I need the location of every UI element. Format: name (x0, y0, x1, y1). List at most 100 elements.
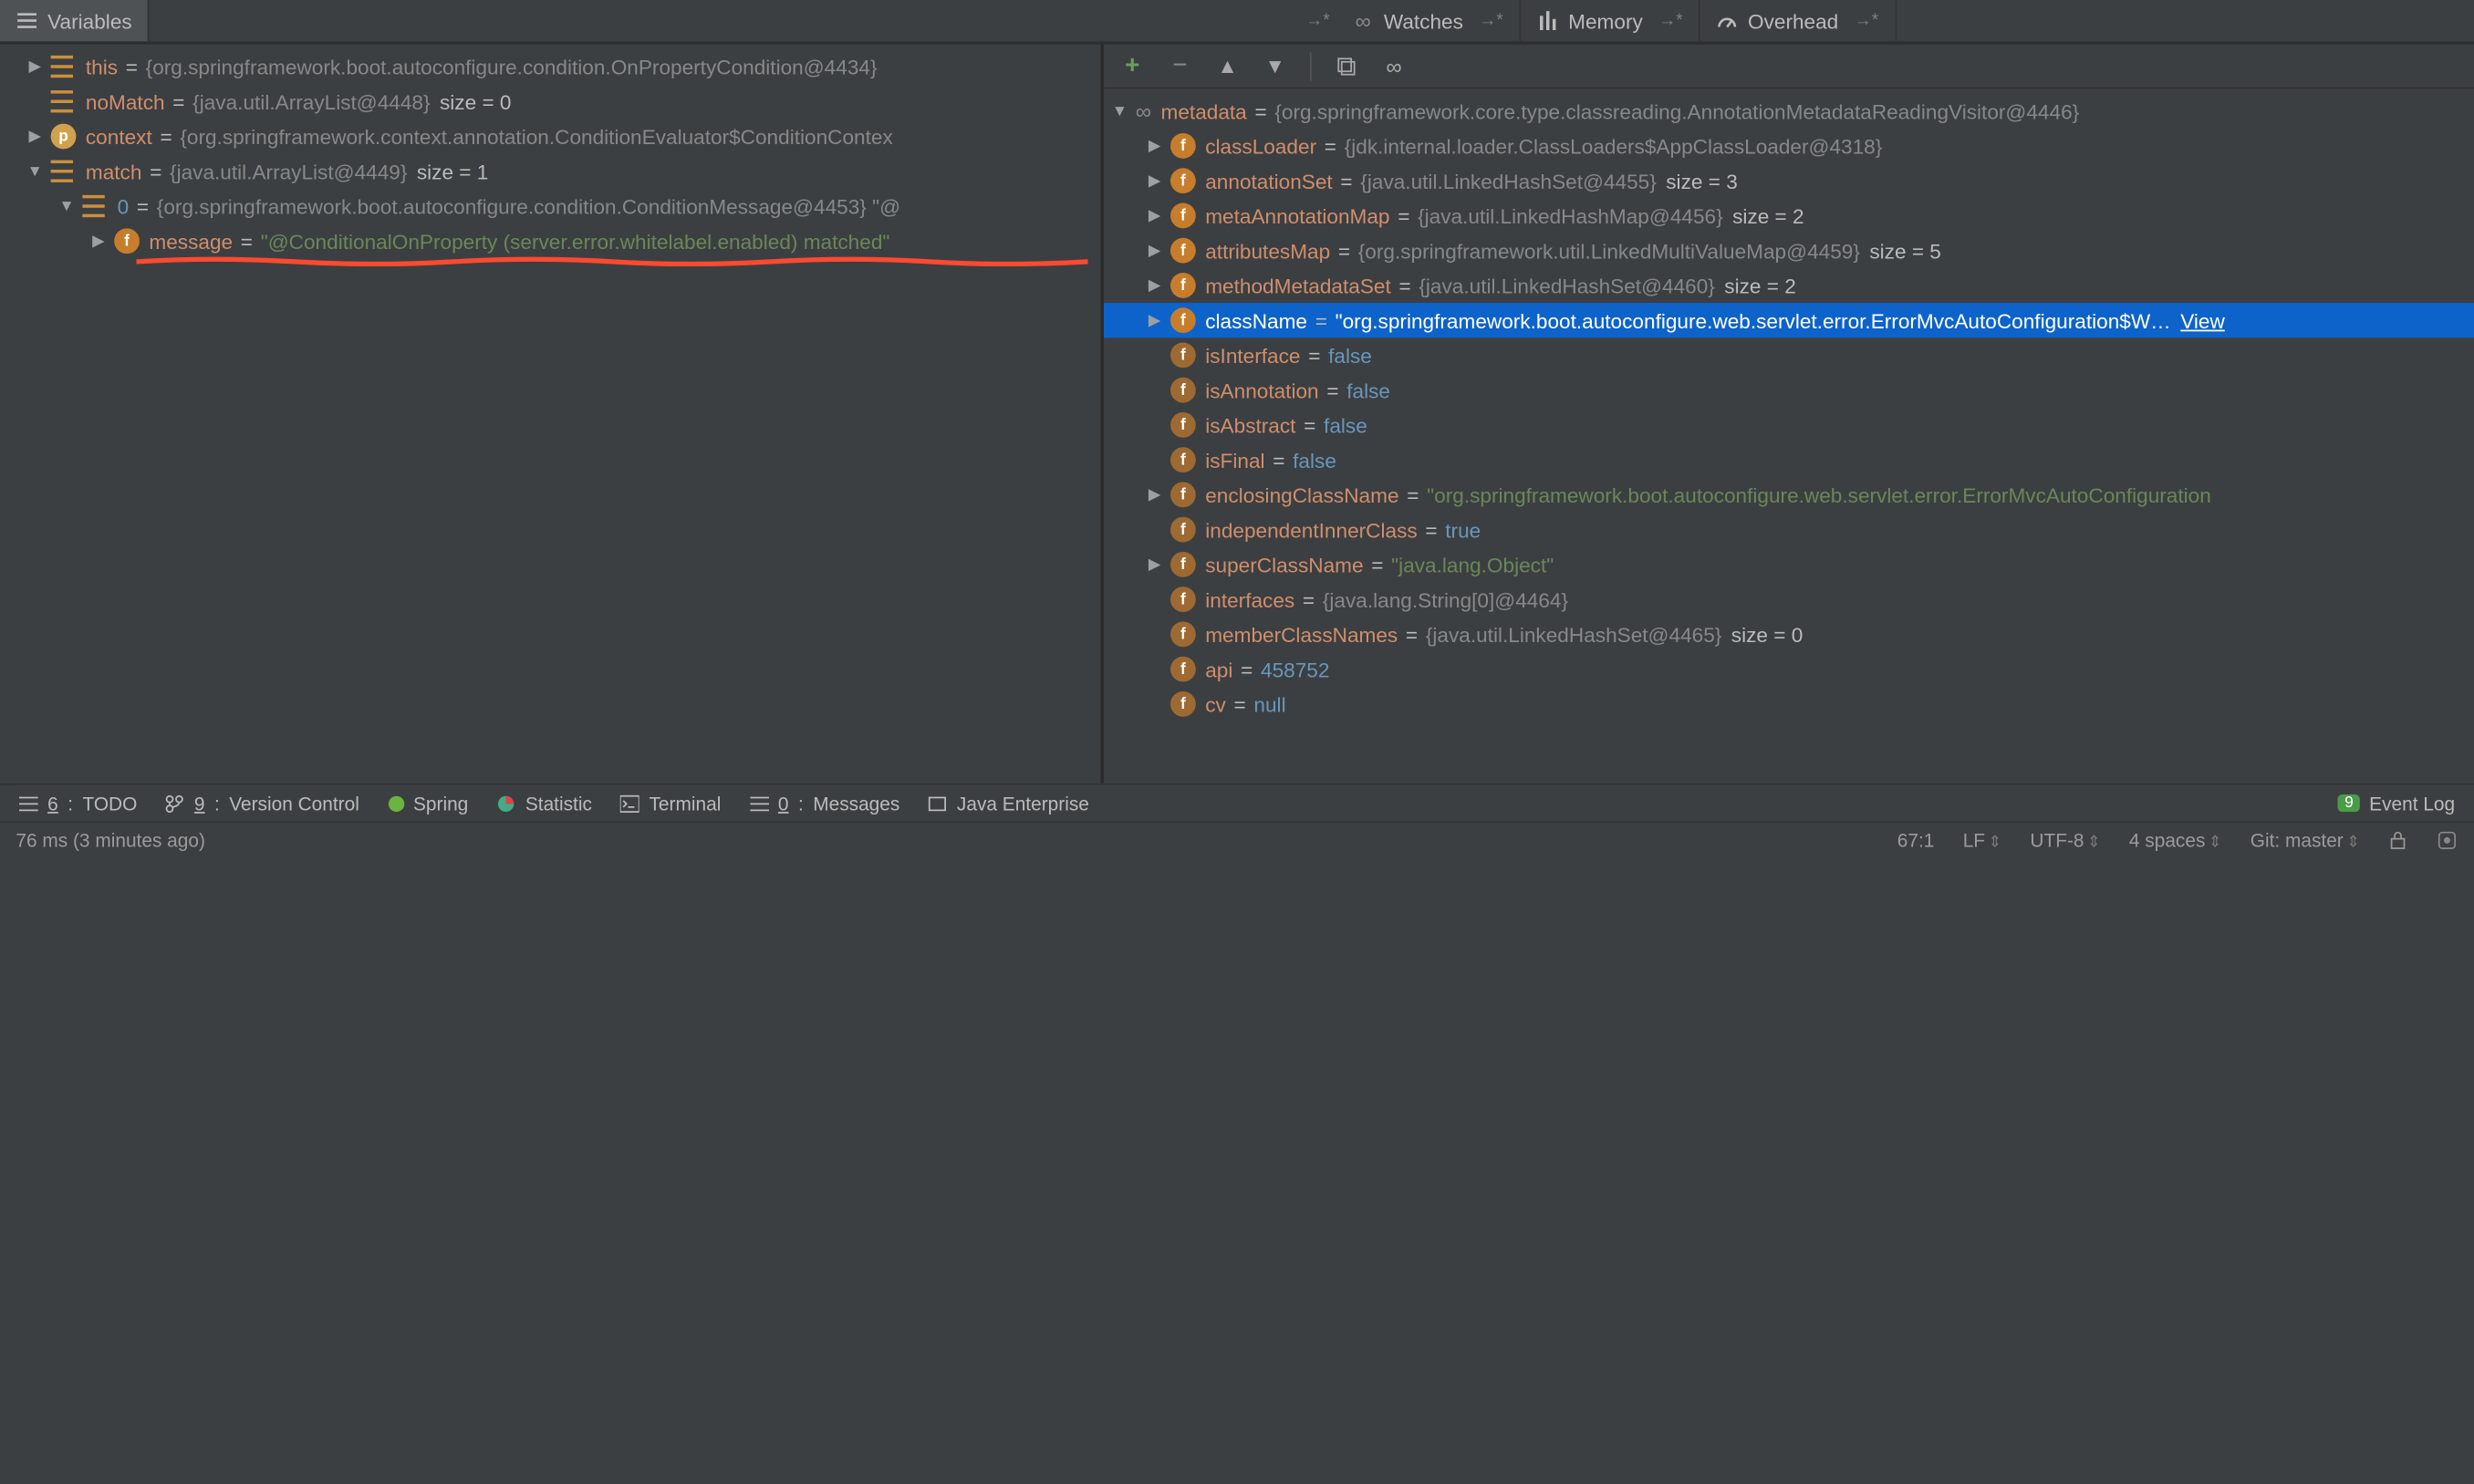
pin-icon: →* (1305, 11, 1330, 30)
view-link[interactable]: View (2180, 308, 2225, 332)
watch-isannotation[interactable]: f isAnnotation= false (1104, 373, 2474, 408)
var-context[interactable]: ▶ p context = {org.springframework.conte… (16, 119, 1100, 153)
tab-variables[interactable]: Variables (0, 0, 150, 41)
var-match-0[interactable]: ▼ 0 = {org.springframework.boot.autoconf… (16, 189, 1100, 223)
field-icon: f (1170, 482, 1196, 507)
object-icon (51, 90, 77, 112)
tab-label: Memory (1568, 9, 1643, 33)
field-icon: f (1170, 343, 1196, 368)
watches-toolbar: + − ▲ ▼ ∞ (1104, 45, 2474, 89)
glasses-icon: ∞ (1136, 99, 1151, 124)
watch-interfaces[interactable]: f interfaces= {java.lang.String[0]@4464} (1104, 582, 2474, 617)
terminal-icon (620, 794, 639, 813)
status-bar: 76 ms (3 minutes ago) 67:1 LF⇕ UTF-8⇕ 4 … (0, 822, 2474, 856)
collapse-arrow[interactable]: ▼ (1110, 101, 1129, 120)
watch-metaannotationmap[interactable]: ▶ f metaAnnotationMap= {java.util.Linked… (1104, 198, 2474, 233)
expand-arrow[interactable]: ▶ (1145, 555, 1164, 574)
caret-position[interactable]: 67:1 (1897, 828, 1935, 850)
object-icon (51, 161, 77, 182)
pin-icon: →* (1855, 11, 1879, 30)
git-branch[interactable]: Git: master⇕ (2251, 828, 2360, 850)
variables-pane: ▶ this = {org.springframework.boot.autoc… (16, 45, 1100, 784)
pie-icon (497, 794, 516, 813)
field-icon: f (1170, 552, 1196, 577)
collapse-arrow[interactable]: ▼ (57, 197, 77, 216)
watch-metadata[interactable]: ▼ ∞ metadata = {org.springframework.core… (1104, 94, 2474, 129)
move-down-button[interactable]: ▼ (1263, 53, 1288, 78)
var-this[interactable]: ▶ this = {org.springframework.boot.autoc… (16, 49, 1100, 84)
watch-isfinal[interactable]: f isFinal= false (1104, 442, 2474, 477)
watch-classloader[interactable]: ▶ f classLoader= {jdk.internal.loader.Cl… (1104, 129, 2474, 163)
tool-statistic[interactable]: Statistic (497, 792, 592, 814)
branch-icon (166, 794, 185, 813)
field-icon: f (1170, 378, 1196, 403)
watches-pane: + − ▲ ▼ ∞ ▼ ∞ metadata = {org.springfram… (1104, 45, 2474, 784)
watch-isinterface[interactable]: f isInterface= false (1104, 337, 2474, 372)
indent-setting[interactable]: 4 spaces⇕ (2129, 828, 2222, 850)
tab-memory[interactable]: Memory →* (1521, 0, 1700, 41)
list-icon (19, 794, 38, 813)
tab-watches[interactable]: ∞ Watches →* (1336, 0, 1521, 41)
watch-enclosingclassname[interactable]: ▶ f enclosingClassName= "org.springframe… (1104, 477, 2474, 512)
expand-arrow[interactable]: ▶ (1145, 171, 1164, 191)
watch-annotationset[interactable]: ▶ f annotationSet= {java.util.LinkedHash… (1104, 163, 2474, 198)
field-icon: f (1170, 203, 1196, 229)
watch-classname[interactable]: ▶ f className= "org.springframework.boot… (1104, 303, 2474, 337)
remove-watch-button[interactable]: − (1168, 53, 1193, 78)
field-icon: f (1170, 168, 1196, 193)
tool-terminal[interactable]: Terminal (620, 792, 721, 814)
field-icon: f (1170, 307, 1196, 333)
field-icon: f (1170, 621, 1196, 647)
tab-overhead[interactable]: Overhead →* (1700, 0, 1896, 41)
param-icon: p (51, 124, 77, 150)
field-icon: f (114, 228, 140, 254)
expand-arrow[interactable]: ▶ (88, 232, 108, 251)
spring-icon (388, 795, 403, 811)
var-message[interactable]: ▶ f message = "@ConditionalOnProperty (s… (16, 223, 1100, 258)
expand-arrow[interactable]: ▶ (1145, 137, 1164, 156)
expand-arrow[interactable]: ▶ (26, 127, 45, 146)
glasses-icon: ∞ (1352, 9, 1374, 31)
watch-independentinnerclass[interactable]: f independentInnerClass= true (1104, 513, 2474, 547)
watch-superclassname[interactable]: ▶ f superClassName= "java.lang.Object" (1104, 547, 2474, 582)
tool-event-log[interactable]: 9 Event Log (2338, 792, 2455, 814)
add-watch-button[interactable]: + (1119, 53, 1145, 78)
var-nomatch[interactable]: noMatch = {java.util.ArrayList@4448} siz… (16, 84, 1100, 119)
tool-spring[interactable]: Spring (388, 792, 468, 814)
tool-todo[interactable]: 6: TODO (19, 792, 137, 814)
move-up-button[interactable]: ▲ (1215, 53, 1241, 78)
memory-icon (1536, 9, 1558, 31)
copy-button[interactable] (1334, 53, 1359, 78)
watch-api[interactable]: f api= 458752 (1104, 652, 2474, 687)
tool-messages[interactable]: 0: Messages (750, 792, 900, 814)
tab-label: Variables (47, 9, 132, 33)
watch-isabstract[interactable]: f isAbstract= false (1104, 408, 2474, 442)
list-icon (16, 9, 37, 31)
expand-arrow[interactable]: ▶ (1145, 206, 1164, 225)
lock-icon[interactable] (2388, 830, 2407, 849)
watch-memberclassnames[interactable]: f memberClassNames= {java.util.LinkedHas… (1104, 617, 2474, 651)
watch-methodmetadataset[interactable]: ▶ f methodMetadataSet= {java.util.Linked… (1104, 268, 2474, 303)
ide-icon[interactable] (2436, 828, 2458, 850)
tool-java-enterprise[interactable]: Java Enterprise (929, 792, 1089, 814)
gauge-icon (1716, 9, 1738, 31)
watch-cv[interactable]: f cv= null (1104, 687, 2474, 721)
field-icon: f (1170, 133, 1196, 159)
watch-attributesmap[interactable]: ▶ f attributesMap= {org.springframework.… (1104, 233, 2474, 268)
pin-icon: →* (1658, 11, 1683, 30)
expand-arrow[interactable]: ▶ (26, 57, 45, 77)
field-icon: f (1170, 657, 1196, 682)
expand-arrow[interactable]: ▶ (1145, 241, 1164, 260)
line-ending[interactable]: LF⇕ (1963, 828, 2001, 850)
file-encoding[interactable]: UTF-8⇕ (2030, 828, 2100, 850)
var-match[interactable]: ▼ match = {java.util.ArrayList@4449} siz… (16, 154, 1100, 189)
expand-arrow[interactable]: ▶ (1145, 275, 1164, 295)
field-icon: f (1170, 238, 1196, 264)
expand-arrow[interactable]: ▶ (1145, 311, 1164, 330)
collapse-arrow[interactable]: ▼ (26, 161, 45, 181)
tool-version-control[interactable]: 9: Version Control (166, 792, 359, 814)
object-icon (51, 56, 77, 78)
expand-arrow[interactable]: ▶ (1145, 485, 1164, 504)
field-icon: f (1170, 586, 1196, 612)
glasses-icon[interactable]: ∞ (1381, 53, 1407, 78)
